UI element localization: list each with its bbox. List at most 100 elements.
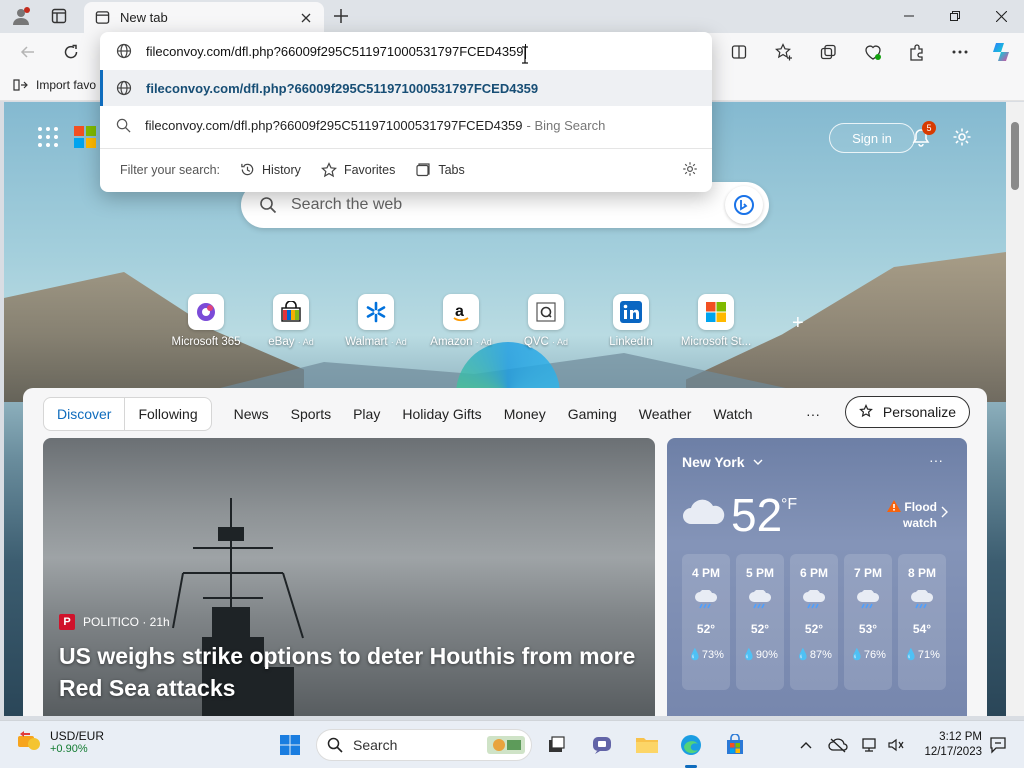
hour-temp: 52° xyxy=(750,622,770,636)
volume-muted-icon[interactable] xyxy=(886,735,906,755)
nav-gaming[interactable]: Gaming xyxy=(568,406,617,422)
task-view-icon[interactable] xyxy=(542,731,570,759)
quick-link-label: Microsoft St... xyxy=(680,336,752,348)
weather-alert[interactable]: Flood watch xyxy=(903,499,937,531)
add-quick-link-button[interactable]: + xyxy=(792,312,804,335)
minimize-button[interactable] xyxy=(886,0,932,32)
quick-link-microsoft-365[interactable]: Microsoft 365 xyxy=(164,294,248,348)
scrollbar-thumb[interactable] xyxy=(1011,122,1019,190)
weather-location[interactable]: New York xyxy=(682,454,763,470)
personalize-button[interactable]: Personalize xyxy=(845,396,970,428)
page-settings-gear-icon[interactable] xyxy=(949,124,975,150)
teams-chat-icon[interactable] xyxy=(588,731,616,759)
nav-news[interactable]: News xyxy=(234,406,269,422)
search-settings-gear-icon[interactable] xyxy=(682,161,698,180)
microsoft-store-taskbar-icon[interactable] xyxy=(721,731,749,759)
address-text[interactable]: fileconvoy.com/dfl.php?66009f295C5119710… xyxy=(146,44,524,59)
system-clock[interactable]: 3:12 PM 12/17/2023 xyxy=(916,730,982,760)
quick-link-label: Walmart xyxy=(345,336,388,348)
quick-link-ebay[interactable]: eBay · Ad xyxy=(249,294,333,348)
ebay-bag-icon xyxy=(273,294,309,330)
filter-favorites[interactable]: Favorites xyxy=(320,161,395,178)
suggestion-text: fileconvoy.com/dfl.php?66009f295C5119710… xyxy=(146,80,539,96)
tab-actions-icon[interactable] xyxy=(48,5,70,27)
quick-link-walmart[interactable]: Walmart · Ad xyxy=(334,294,418,348)
tab-following[interactable]: Following xyxy=(125,406,210,422)
close-window-button[interactable] xyxy=(978,0,1024,32)
ad-marker: · Ad xyxy=(390,337,407,347)
show-hidden-icons-chevron-up-icon[interactable] xyxy=(796,735,816,755)
import-icon xyxy=(13,79,28,91)
currency-widget[interactable]: USD/EUR +0.90% xyxy=(16,729,104,755)
sign-in-button[interactable]: Sign in xyxy=(829,123,915,153)
weather-more-icon[interactable]: ··· xyxy=(929,452,943,468)
filter-tabs[interactable]: Tabs xyxy=(415,162,465,178)
temperature-unit: °F xyxy=(781,496,798,513)
hour-temp: 54° xyxy=(912,622,932,636)
start-button[interactable] xyxy=(276,731,304,759)
favorites-icon[interactable] xyxy=(771,39,797,65)
quick-link-label: eBay xyxy=(268,336,295,348)
quick-link-label: Microsoft 365 xyxy=(171,336,241,348)
filter-label: Filter your search: xyxy=(120,162,221,177)
quick-link-microsoft-store[interactable]: Microsoft St... xyxy=(674,294,758,348)
ad-marker: · Ad xyxy=(475,337,492,347)
quick-links: Microsoft 365 eBay · Ad Walmart · Ad a A… xyxy=(164,294,764,354)
more-options-icon[interactable] xyxy=(947,39,973,65)
hour-forecast: 4 PM 52° 💧73% xyxy=(682,554,730,690)
taskbar-search[interactable]: Search xyxy=(316,729,532,761)
network-icon[interactable] xyxy=(860,735,880,755)
app-launcher-icon[interactable] xyxy=(38,127,58,147)
browser-essentials-icon[interactable] xyxy=(860,39,886,65)
qvc-icon xyxy=(528,294,564,330)
weather-card[interactable]: New York ··· 52 °F Flood watch 4 PM 52° … xyxy=(667,438,967,716)
headline[interactable]: US weighs strike options to deter Houthi… xyxy=(59,640,649,704)
search-icon xyxy=(116,118,131,133)
cloudy-weather-icon xyxy=(683,499,725,524)
nav-money[interactable]: Money xyxy=(504,406,546,422)
collections-icon[interactable] xyxy=(815,39,841,65)
refresh-button[interactable] xyxy=(58,39,84,65)
nav-sports[interactable]: Sports xyxy=(291,406,331,422)
nav-play[interactable]: Play xyxy=(353,406,380,422)
restore-button[interactable] xyxy=(932,0,978,32)
copilot-icon[interactable] xyxy=(988,39,1014,65)
edge-taskbar-icon[interactable] xyxy=(677,731,705,759)
close-tab-icon[interactable] xyxy=(298,10,314,26)
hour-temp: 52° xyxy=(696,622,716,636)
new-tab-page-icon xyxy=(94,10,110,26)
quick-link-label: Amazon xyxy=(430,336,473,348)
nav-watch[interactable]: Watch xyxy=(713,406,752,422)
file-explorer-icon[interactable] xyxy=(633,731,661,759)
import-favorites-item[interactable]: Import favo xyxy=(12,77,96,93)
tab-title: New tab xyxy=(120,10,168,25)
notification-center-icon[interactable] xyxy=(988,735,1008,755)
extensions-icon[interactable] xyxy=(903,39,929,65)
hero-news-card[interactable]: P POLITICO · 21h US weighs strike option… xyxy=(43,438,655,716)
suggestion-bing-search[interactable]: fileconvoy.com/dfl.php?66009f295C5119710… xyxy=(100,107,712,143)
rain-cloud-icon xyxy=(911,590,934,609)
more-nav-button[interactable]: ··· xyxy=(806,406,820,422)
address-bar[interactable]: fileconvoy.com/dfl.php?66009f295C5119710… xyxy=(100,32,712,70)
linkedin-icon xyxy=(613,294,649,330)
quick-link-qvc[interactable]: QVC · Ad xyxy=(504,294,588,348)
split-screen-icon[interactable] xyxy=(726,39,752,65)
hour-temp: 53° xyxy=(858,622,878,636)
profile-icon[interactable] xyxy=(10,5,32,27)
new-tab-button[interactable] xyxy=(330,5,352,27)
nav-weather[interactable]: Weather xyxy=(639,406,692,422)
onedrive-offline-icon[interactable] xyxy=(828,735,848,755)
tab-new-tab[interactable]: New tab xyxy=(84,2,324,33)
nav-holiday-gifts[interactable]: Holiday Gifts xyxy=(402,406,481,422)
alert-line1: Flood xyxy=(904,500,938,514)
globe-icon xyxy=(116,80,132,96)
quick-link-linkedin[interactable]: LinkedIn xyxy=(589,294,673,348)
filter-history[interactable]: History xyxy=(240,162,301,177)
bing-chat-button[interactable] xyxy=(725,186,763,224)
tab-discover[interactable]: Discover xyxy=(44,406,124,422)
suggestion-url[interactable]: fileconvoy.com/dfl.php?66009f295C5119710… xyxy=(100,70,712,106)
back-button[interactable] xyxy=(15,39,41,65)
quick-link-amazon[interactable]: a Amazon · Ad xyxy=(419,294,503,348)
page-scrollbar[interactable] xyxy=(1006,102,1024,716)
sparkle-icon xyxy=(859,404,873,418)
